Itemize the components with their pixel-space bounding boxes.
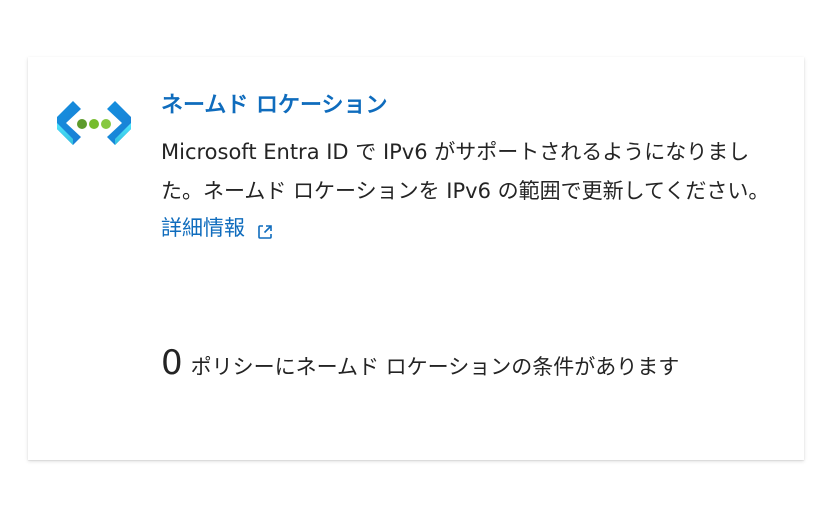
named-locations-card: ネームド ロケーション Microsoft Entra ID で IPv6 がサ…	[28, 57, 804, 460]
external-link-icon	[255, 218, 275, 239]
card-title: ネームド ロケーション	[161, 93, 388, 118]
named-location-icon	[56, 99, 132, 147]
learn-more-label: 詳細情報	[161, 216, 245, 240]
policy-count: 0	[161, 343, 183, 383]
policy-count-text: ポリシーにネームド ロケーションの条件があります	[190, 355, 680, 379]
policy-count-summary: 0 ポリシーにネームド ロケーションの条件があります	[161, 341, 781, 388]
card-content: ネームド ロケーション Microsoft Entra ID で IPv6 がサ…	[161, 90, 781, 245]
learn-more-link[interactable]: 詳細情報	[161, 211, 275, 245]
card-description: Microsoft Entra ID で IPv6 がサポートされるようになりま…	[161, 140, 770, 203]
